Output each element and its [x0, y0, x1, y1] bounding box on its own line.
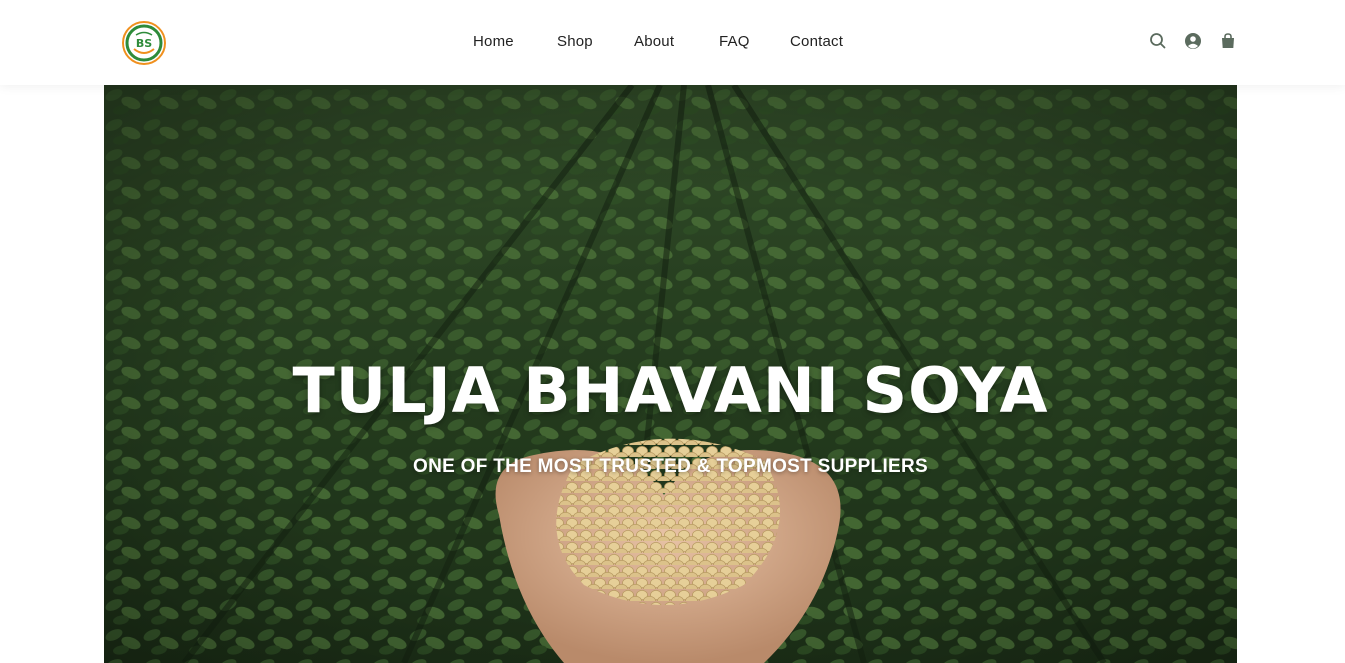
hero-banner: TULJA BHAVANI SOYA ONE OF THE MOST TRUST…	[104, 85, 1237, 663]
shopping-bag-icon[interactable]	[1218, 31, 1238, 51]
brand-logo[interactable]: BS	[122, 21, 166, 65]
hero-title: TULJA BHAVANI SOYA	[292, 354, 1049, 427]
logo-emblem-icon: BS	[122, 21, 166, 65]
nav-faq[interactable]: FAQ	[719, 31, 750, 53]
search-icon[interactable]	[1148, 31, 1168, 51]
nav-shop[interactable]: Shop	[557, 31, 593, 53]
nav-about[interactable]: About	[634, 31, 674, 53]
site-header: BS Home Shop About FAQ Contact	[0, 0, 1345, 85]
logo-text: BS	[136, 37, 152, 50]
hero-subtitle: ONE OF THE MOST TRUSTED & TOPMOST SUPPLI…	[412, 456, 929, 477]
user-circle-icon[interactable]	[1183, 31, 1203, 51]
nav-home[interactable]: Home	[473, 31, 514, 53]
nav-contact[interactable]: Contact	[790, 31, 843, 53]
